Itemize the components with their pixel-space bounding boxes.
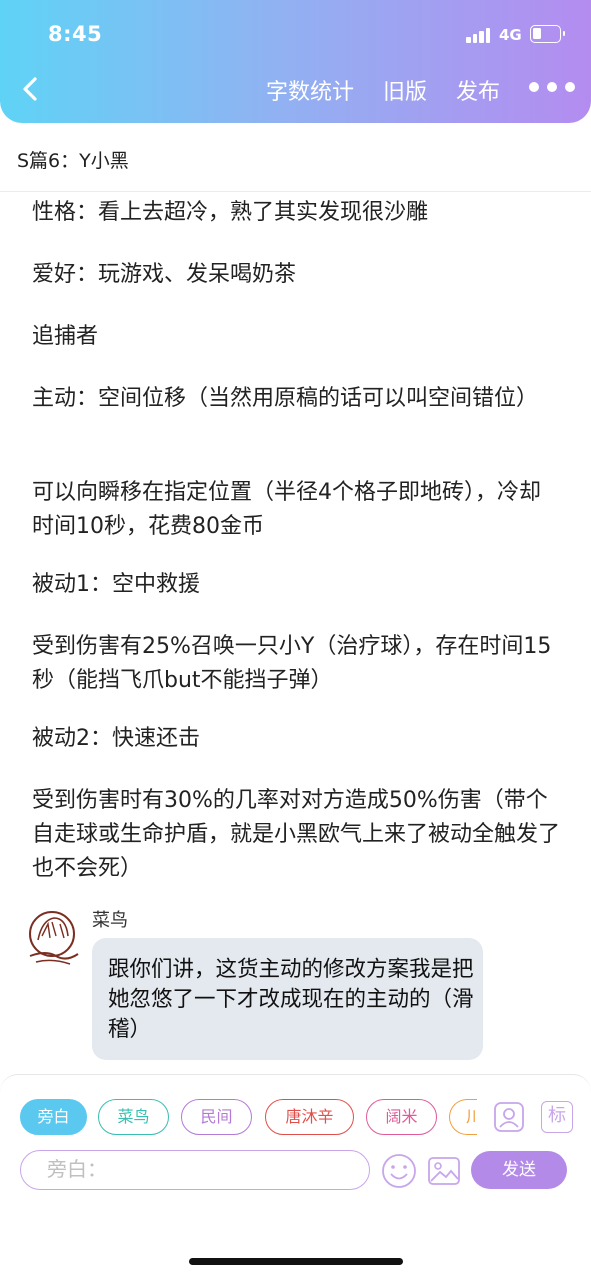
tag-icon[interactable]: 标 [541,1101,573,1133]
paragraph-personality[interactable]: 性格：看上去超冷，熟了其实发现很沙雕 [32,196,560,230]
character-chip-label: 民间 [200,1107,233,1126]
sender-name: 菜鸟 [92,910,128,931]
character-manage-icon[interactable] [493,1101,525,1133]
character-chip-label: 唐沐辛 [285,1107,334,1126]
character-chip-label: 旁白 [37,1107,70,1126]
old-version-button[interactable]: 旧版 [383,74,427,106]
paragraph-passive-1-desc[interactable]: 受到伤害有25%召唤一只小Y（治疗球），存在时间15秒（能挡飞爪but不能挡子弹… [32,630,560,698]
character-chip-tangmuxin[interactable]: 唐沐辛 [265,1099,354,1135]
paragraph-role[interactable]: 追捕者 [32,320,560,354]
paragraph-passive-2[interactable]: 被动2：快速还击 [32,722,560,756]
message-bubble[interactable]: 跟你们讲，这货主动的修改方案我是把她忽悠了一下才改成现在的主动的（滑稽） [92,938,483,1060]
character-chip-label: 阔米 [385,1107,418,1126]
message-input[interactable]: 旁白： [20,1150,370,1190]
signal-icon [466,27,494,43]
more-icon[interactable] [529,78,575,96]
paragraph-passive-2-desc[interactable]: 受到伤害时有30%的几率对对方造成50%伤害（带个自走球或生命护盾，就是小黑欧气… [32,784,560,886]
battery-icon [530,25,565,43]
character-chip-cainiao[interactable]: 菜鸟 [98,1099,169,1135]
emoji-icon[interactable] [381,1153,417,1189]
paragraph-active-skill[interactable]: 主动：空间位移（当然用原稿的话可以叫空间错位） [32,382,560,416]
publish-button[interactable]: 发布 [456,74,500,106]
character-chip-minjian[interactable]: 民间 [181,1099,252,1135]
tag-label: 标 [548,1105,566,1126]
top-header: 8:45 4G 字数统计 旧版 发布 [0,0,591,123]
character-chip-chuan[interactable]: 川 [449,1099,477,1135]
character-chip-kuomi[interactable]: 阔米 [366,1099,437,1135]
chapter-title[interactable]: S篇6：Y小黑 [17,146,129,173]
message-text: 跟你们讲，这货主动的修改方案我是把她忽悠了一下才改成现在的主动的（滑稽） [108,957,474,1042]
send-button[interactable]: 发送 [471,1151,567,1189]
character-chip-narrator[interactable]: 旁白 [20,1099,87,1135]
paragraph-passive-1[interactable]: 被动1：空中救援 [32,568,560,602]
image-icon[interactable] [426,1153,462,1189]
network-type: 4G [499,26,522,44]
status-time: 8:45 [48,22,103,46]
character-chip-label: 川 [466,1107,477,1126]
message-input-placeholder: 旁白： [47,1157,107,1181]
paragraph-hobby[interactable]: 爱好：玩游戏、发呆喝奶茶 [32,258,560,292]
back-arrow-icon[interactable] [20,76,42,102]
avatar[interactable] [26,906,80,970]
home-indicator[interactable] [189,1258,403,1265]
paragraph-active-desc[interactable]: 可以向瞬移在指定位置（半径4个格子即地砖），冷却时间10秒，花费80金币 [32,476,560,544]
character-chip-label: 菜鸟 [117,1107,150,1126]
word-count-button[interactable]: 字数统计 [266,74,354,106]
